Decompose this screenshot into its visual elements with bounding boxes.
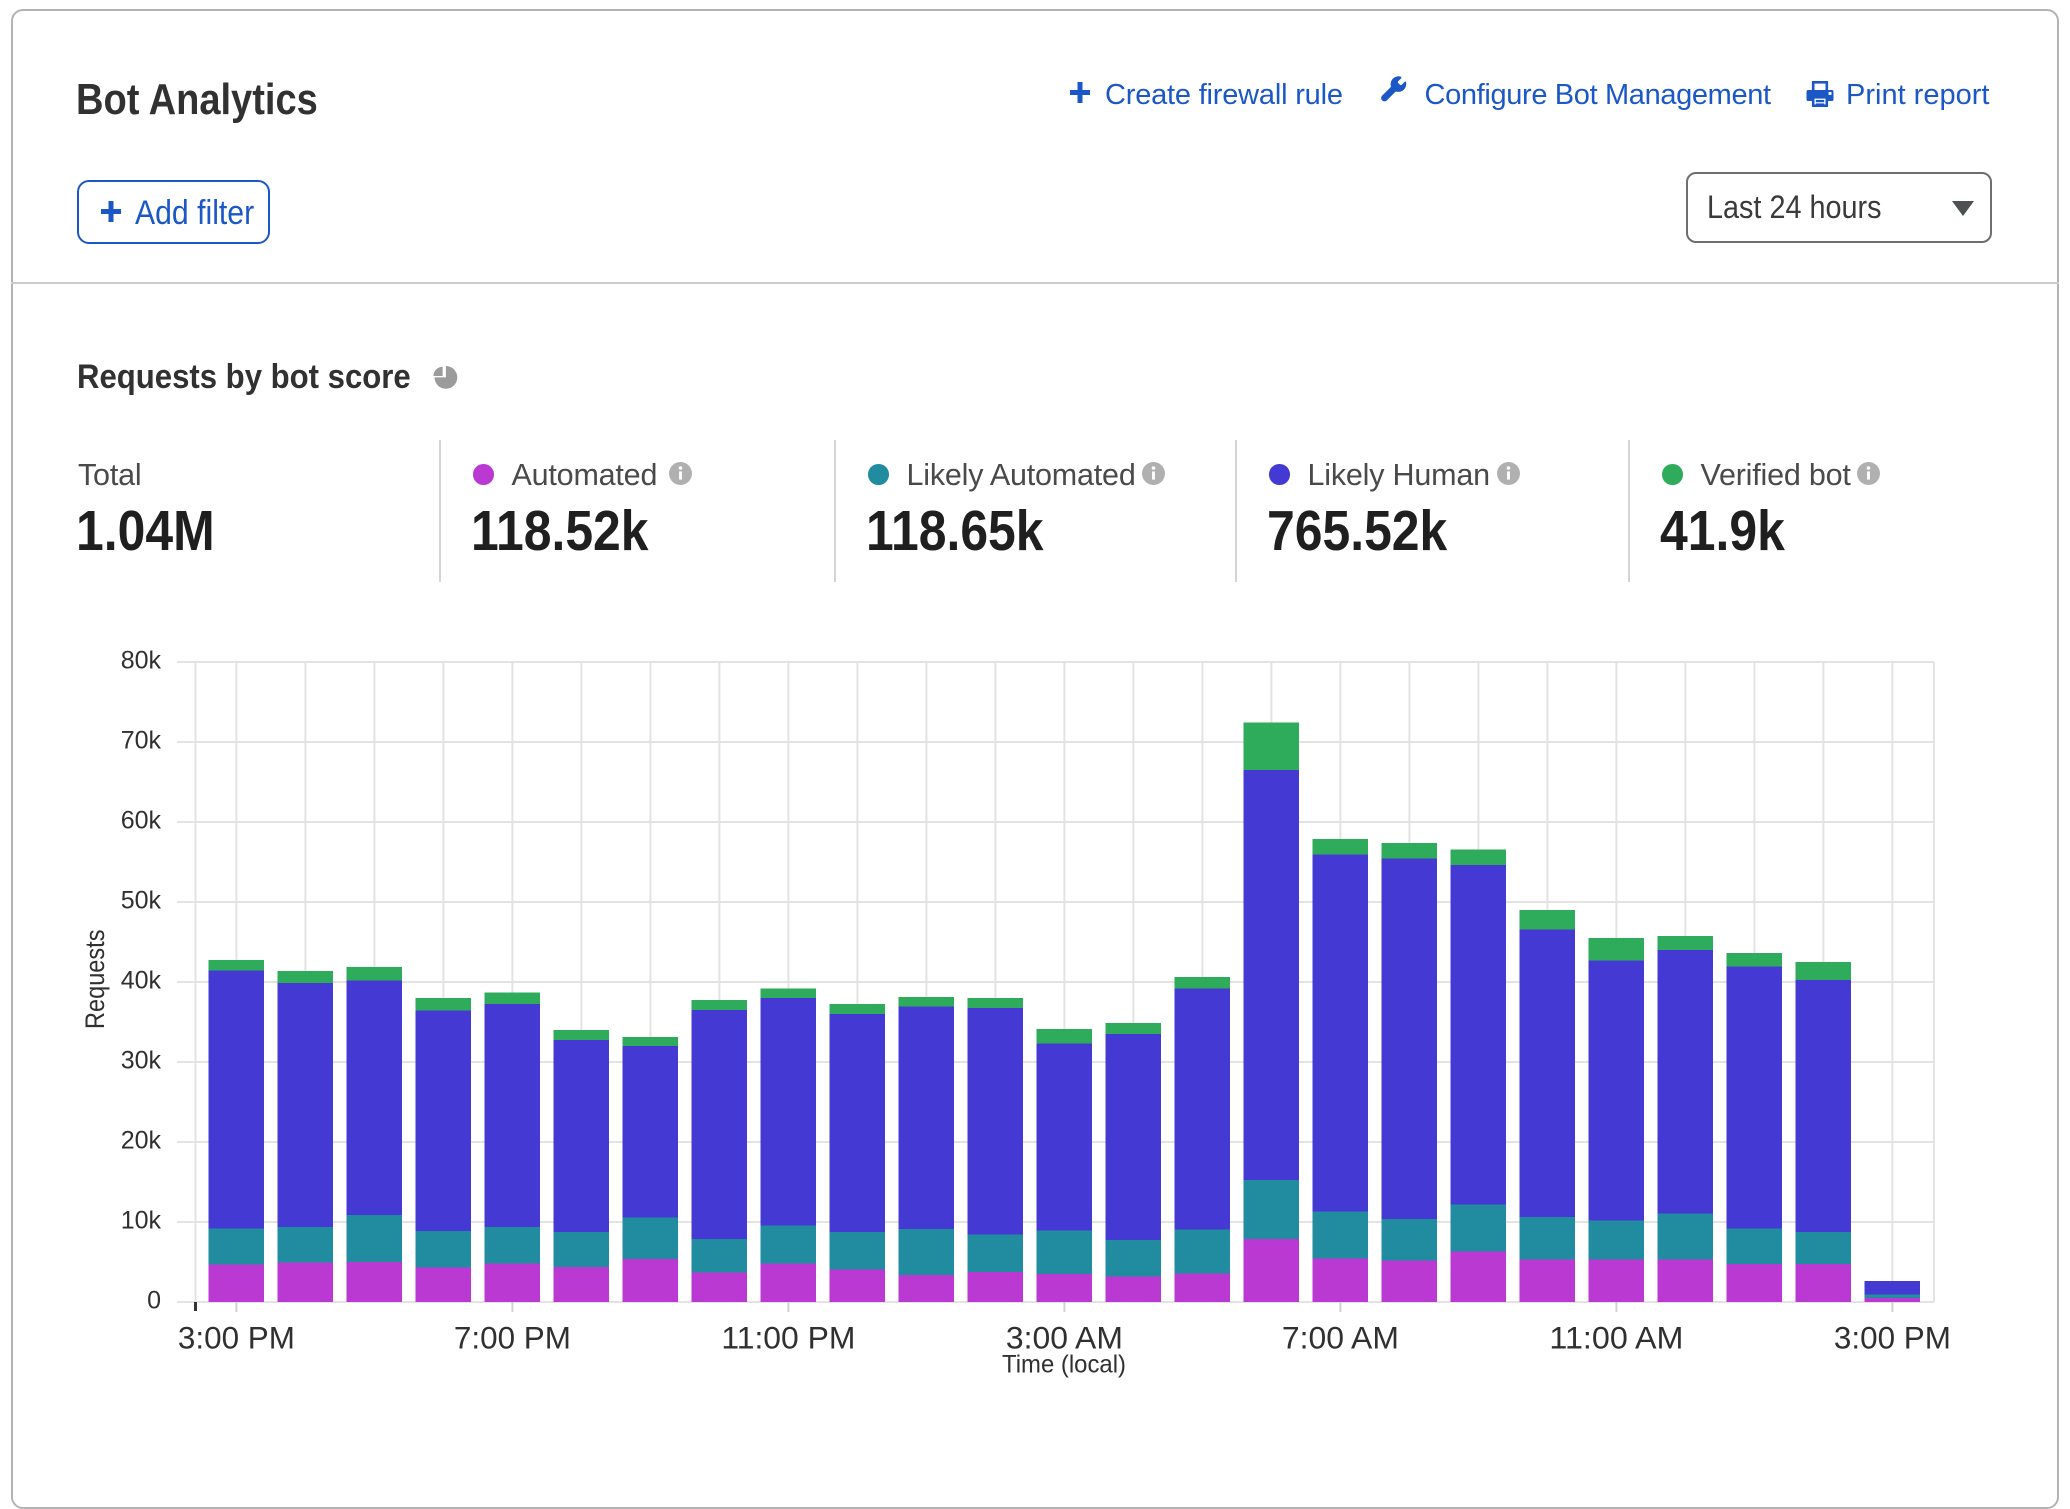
svg-text:10k: 10k xyxy=(121,1207,162,1235)
svg-text:70k: 70k xyxy=(121,727,162,755)
svg-text:20k: 20k xyxy=(121,1127,162,1155)
svg-text:11:00 PM: 11:00 PM xyxy=(721,1320,855,1356)
svg-text:Requests: Requests xyxy=(80,930,110,1030)
svg-text:Time (local): Time (local) xyxy=(1002,1351,1126,1379)
svg-text:30k: 30k xyxy=(121,1047,162,1075)
svg-text:3:00 PM: 3:00 PM xyxy=(178,1320,295,1356)
svg-text:40k: 40k xyxy=(121,967,162,995)
svg-text:11:00 AM: 11:00 AM xyxy=(1549,1320,1683,1356)
svg-text:0: 0 xyxy=(147,1287,161,1315)
svg-text:7:00 AM: 7:00 AM xyxy=(1282,1320,1399,1356)
svg-text:80k: 80k xyxy=(121,647,162,675)
svg-text:7:00 PM: 7:00 PM xyxy=(454,1320,571,1356)
svg-text:60k: 60k xyxy=(121,807,162,835)
svg-text:50k: 50k xyxy=(121,887,162,915)
svg-text:3:00 PM: 3:00 PM xyxy=(1834,1320,1951,1356)
